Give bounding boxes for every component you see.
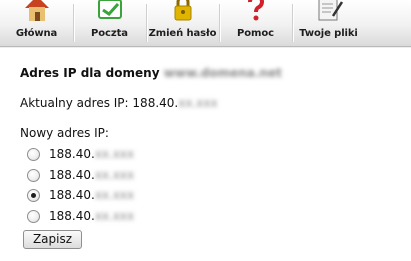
toolbar-item-label: Główna [15, 28, 58, 39]
toolbar-item-label: Poczta [91, 28, 128, 39]
help-icon [240, 0, 272, 22]
ip-option-redacted: xx.xxx [94, 168, 135, 182]
ip-option-value: 188.40. [49, 168, 95, 182]
ip-option-value: 188.40. [49, 188, 95, 202]
toolbar-item-change-password[interactable]: Zmień hasło [146, 0, 219, 46]
toolbar-item-label: Twoje pliki [299, 28, 358, 39]
toolbar-item-home[interactable]: Główna [0, 0, 73, 46]
toolbar-item-mail[interactable]: Poczta [73, 0, 146, 46]
home-icon [21, 0, 53, 22]
toolbar-item-help[interactable]: Pomoc [219, 0, 292, 46]
toolbar-item-label: Zmień hasło [148, 28, 217, 39]
ip-option-value: 188.40. [49, 209, 95, 223]
current-ip-redacted: xx.xxx [178, 96, 218, 110]
ip-option-redacted: xx.xxx [94, 209, 135, 223]
current-ip-row: Aktualny adres IP: 188.40.xx.xxx [20, 96, 218, 110]
new-ip-label: Nowy adres IP: [20, 126, 109, 140]
lock-icon [167, 0, 199, 22]
ip-radio-2[interactable] [27, 169, 40, 182]
ip-option-text: 188.40.xx.xxx [49, 147, 134, 161]
ip-option-text: 188.40.xx.xxx [49, 168, 134, 182]
ip-radio-1[interactable] [27, 148, 40, 161]
current-ip-value: 188.40. [132, 96, 179, 110]
page-title: Adres IP dla domeny www.domena.net [20, 66, 282, 80]
toolbar-item-label: Pomoc [237, 28, 274, 39]
ip-radio-3[interactable] [27, 189, 40, 202]
toolbar: Główna Poczta Zmień hasło Pomoc Twoje pl… [0, 0, 411, 47]
files-icon [313, 0, 345, 22]
ip-radio-4[interactable] [27, 210, 40, 223]
ip-option-redacted: xx.xxx [94, 188, 135, 202]
toolbar-item-files[interactable]: Twoje pliki [292, 0, 365, 46]
save-button[interactable]: Zapisz [23, 230, 82, 249]
ip-option-redacted: xx.xxx [94, 147, 135, 161]
ip-option-text: 188.40.xx.xxx [49, 209, 134, 223]
page-title-text: Adres IP dla domeny [20, 66, 160, 80]
mail-icon [94, 0, 126, 22]
ip-option-value: 188.40. [49, 147, 95, 161]
domain-name-redacted: www.domena.net [163, 66, 282, 80]
ip-option-text: 188.40.xx.xxx [49, 188, 134, 202]
current-ip-label: Aktualny adres IP: [20, 96, 129, 110]
